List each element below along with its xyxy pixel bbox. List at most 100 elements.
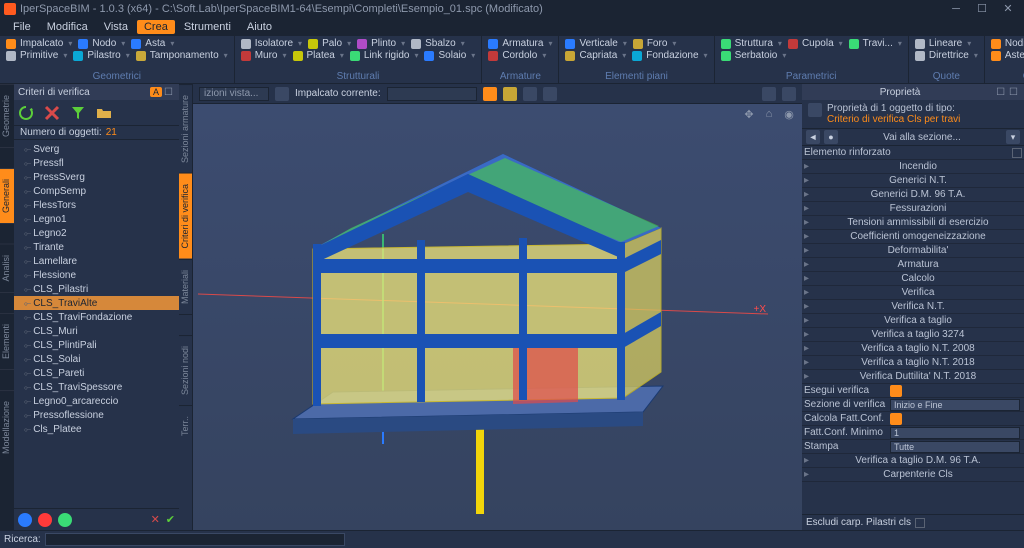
side-tab-geometrie[interactable]: Geometrie (0, 84, 14, 147)
tree-item-presssverg[interactable]: ⟜PressSverg (14, 170, 179, 184)
minimize-icon[interactable]: ─ (944, 2, 968, 16)
ribbon-tamponamento[interactable]: Tamponamento▾ (136, 50, 228, 61)
prop-section-armatura[interactable]: ▸Armatura (802, 258, 1024, 272)
combo[interactable]: 1 (890, 427, 1020, 439)
tree-item-cls_platee[interactable]: ⟜Cls_Platee (14, 422, 179, 436)
rail-criteri-di-verifica[interactable]: Criteri di verifica (179, 173, 192, 259)
ribbon-capriata[interactable]: Capriata▾ (565, 50, 626, 61)
prop-section-verifica-n-t-[interactable]: ▸Verifica N.T. (802, 300, 1024, 314)
prop-section-verifica-a-taglio-d-m-96-t-a-[interactable]: ▸Verifica a taglio D.M. 96 T.A. (802, 454, 1024, 468)
model-viewport[interactable] (193, 104, 802, 524)
tree-item-cls_travialte[interactable]: ⟜CLS_TraviAlte (14, 296, 179, 310)
prop-section-verifica-a-taglio-n-t-2008[interactable]: ▸Verifica a taglio N.T. 2008 (802, 342, 1024, 356)
ribbon-cupola[interactable]: Cupola▾ (788, 38, 843, 49)
ribbon-cordolo[interactable]: Cordolo▾ (488, 50, 546, 61)
menu-strumenti[interactable]: Strumenti (177, 20, 238, 34)
prop-section-verifica-a-taglio-3274[interactable]: ▸Verifica a taglio 3274 (802, 328, 1024, 342)
ribbon-lineare[interactable]: Lineare▾ (915, 38, 971, 49)
combo[interactable]: Inizio e Fine (890, 399, 1020, 411)
ribbon-foro[interactable]: Foro▾ (633, 38, 677, 49)
vp-btn-orange[interactable] (483, 87, 497, 101)
right-panel-close-icon[interactable]: ☐ (1007, 87, 1020, 98)
refresh-icon[interactable] (18, 105, 34, 121)
tree-item-cls_travispessore[interactable]: ⟜CLS_TraviSpessore (14, 380, 179, 394)
tree-item-cls_pilastri[interactable]: ⟜CLS_Pilastri (14, 282, 179, 296)
tree-item-cls_muri[interactable]: ⟜CLS_Muri (14, 324, 179, 338)
vp-right-2[interactable] (782, 87, 796, 101)
ribbon-platea[interactable]: Platea▾ (293, 50, 344, 61)
menu-modifica[interactable]: Modifica (40, 20, 95, 34)
side-tab-analisi[interactable]: Analisi (0, 244, 14, 292)
rail-terr..[interactable]: Terr.. (179, 405, 192, 446)
menu-crea[interactable]: Crea (137, 20, 175, 34)
tree-item-cls_travifondazione[interactable]: ⟜CLS_TraviFondazione (14, 310, 179, 324)
prop-section-incendio[interactable]: ▸Incendio (802, 160, 1024, 174)
ribbon-verticale[interactable]: Verticale▾ (565, 38, 626, 49)
prop-section-verifica-duttilita-n-t-2018[interactable]: ▸Verifica Duttilita' N.T. 2018 (802, 370, 1024, 384)
prop-section-generici-d-m-96-t-a-[interactable]: ▸Generici D.M. 96 T.A. (802, 188, 1024, 202)
ribbon-struttura[interactable]: Struttura▾ (721, 38, 782, 49)
panel-min-icon[interactable]: ☐ (994, 87, 1007, 98)
ribbon-impalcato[interactable]: Impalcato▾ (6, 38, 72, 49)
nav-next-icon[interactable]: ▾ (1006, 130, 1020, 144)
ribbon-nodo[interactable]: Nodo▾ (78, 38, 125, 49)
ribbon-muro[interactable]: Muro▾ (241, 50, 287, 61)
tree-item-cls_solai[interactable]: ⟜CLS_Solai (14, 352, 179, 366)
footer-ok-icon[interactable]: ✔ (166, 513, 175, 526)
tree-item-lamellare[interactable]: ⟜Lamellare (14, 254, 179, 268)
ribbon-direttrice[interactable]: Direttrice▾ (915, 50, 978, 61)
ribbon-palo[interactable]: Palo▾ (308, 38, 351, 49)
tool-dot-1[interactable] (18, 513, 32, 527)
menu-vista[interactable]: Vista (97, 20, 135, 34)
vp-btn-3[interactable] (543, 87, 557, 101)
rinforzato-checkbox[interactable] (1012, 148, 1022, 158)
escludi-checkbox[interactable] (915, 518, 925, 528)
tree-item-flesstors[interactable]: ⟜FlessTors (14, 198, 179, 212)
rail-sezioni-armature[interactable]: Sezioni armature (179, 84, 192, 173)
prop-section-carpenterie-cls[interactable]: ▸Carpenterie Cls (802, 468, 1024, 482)
tree-item-legno1[interactable]: ⟜Legno1 (14, 212, 179, 226)
ribbon-pilastro[interactable]: Pilastro▾ (73, 50, 129, 61)
ribbon-nodi[interactable]: Nodi▾ (991, 38, 1024, 49)
ribbon-fondazione[interactable]: Fondazione▾ (632, 50, 707, 61)
vp-btn-tool[interactable] (503, 87, 517, 101)
ribbon-travi-[interactable]: Travi...▾ (849, 38, 902, 49)
rail-sezioni-nodi[interactable]: Sezioni nodi (179, 335, 192, 405)
search-input[interactable] (45, 533, 345, 546)
close-icon[interactable]: ✕ (996, 2, 1020, 16)
vp-btn-2[interactable] (523, 87, 537, 101)
side-tab-modellazione[interactable]: Modellazione (0, 390, 14, 464)
menu-file[interactable]: File (6, 20, 38, 34)
footer-delete-icon[interactable]: ✕ (151, 513, 160, 526)
tree-item-legno2[interactable]: ⟜Legno2 (14, 226, 179, 240)
prop-section-fessurazioni[interactable]: ▸Fessurazioni (802, 202, 1024, 216)
checkbox[interactable] (890, 413, 902, 425)
ribbon-isolatore[interactable]: Isolatore▾ (241, 38, 302, 49)
prop-section-verifica-a-taglio[interactable]: ▸Verifica a taglio (802, 314, 1024, 328)
folder-icon[interactable] (96, 105, 112, 121)
filter-icon[interactable] (70, 105, 86, 121)
panel-close-icon[interactable]: ☐ (162, 87, 175, 98)
prop-section-generici-n-t-[interactable]: ▸Generici N.T. (802, 174, 1024, 188)
tool-dot-2[interactable] (38, 513, 52, 527)
ribbon-solaio[interactable]: Solaio▾ (424, 50, 475, 61)
tree-item-compsemp[interactable]: ⟜CompSemp (14, 184, 179, 198)
vp-btn-1[interactable] (275, 87, 289, 101)
prop-section-coefficienti-omogeneizzazione[interactable]: ▸Coefficienti omogeneizzazione (802, 230, 1024, 244)
prop-section-calcolo[interactable]: ▸Calcolo (802, 272, 1024, 286)
tool-dot-3[interactable] (58, 513, 72, 527)
nav-label[interactable]: Vai alla sezione... (842, 132, 1002, 143)
prop-section-verifica-a-taglio-n-t-2018[interactable]: ▸Verifica a taglio N.T. 2018 (802, 356, 1024, 370)
tree-item-flessione[interactable]: ⟜Flessione (14, 268, 179, 282)
tree-item-pressfl[interactable]: ⟜Pressfl (14, 156, 179, 170)
ribbon-plinto[interactable]: Plinto▾ (357, 38, 405, 49)
prop-section-tensioni-ammissibili-di-esercizio[interactable]: ▸Tensioni ammissibili di esercizio (802, 216, 1024, 230)
combo[interactable]: Tutte (890, 441, 1020, 453)
tree-item-sverg[interactable]: ⟜Sverg (14, 142, 179, 156)
side-tab-generali[interactable]: Generali (0, 168, 14, 223)
prop-section-verifica[interactable]: ▸Verifica (802, 286, 1024, 300)
ribbon-aste[interactable]: Aste▾ (991, 50, 1024, 61)
ribbon-armatura[interactable]: Armatura▾ (488, 38, 552, 49)
ribbon-link-rigido[interactable]: Link rigido▾ (350, 50, 419, 61)
tree-item-cls_plintipali[interactable]: ⟜CLS_PlintiPali (14, 338, 179, 352)
